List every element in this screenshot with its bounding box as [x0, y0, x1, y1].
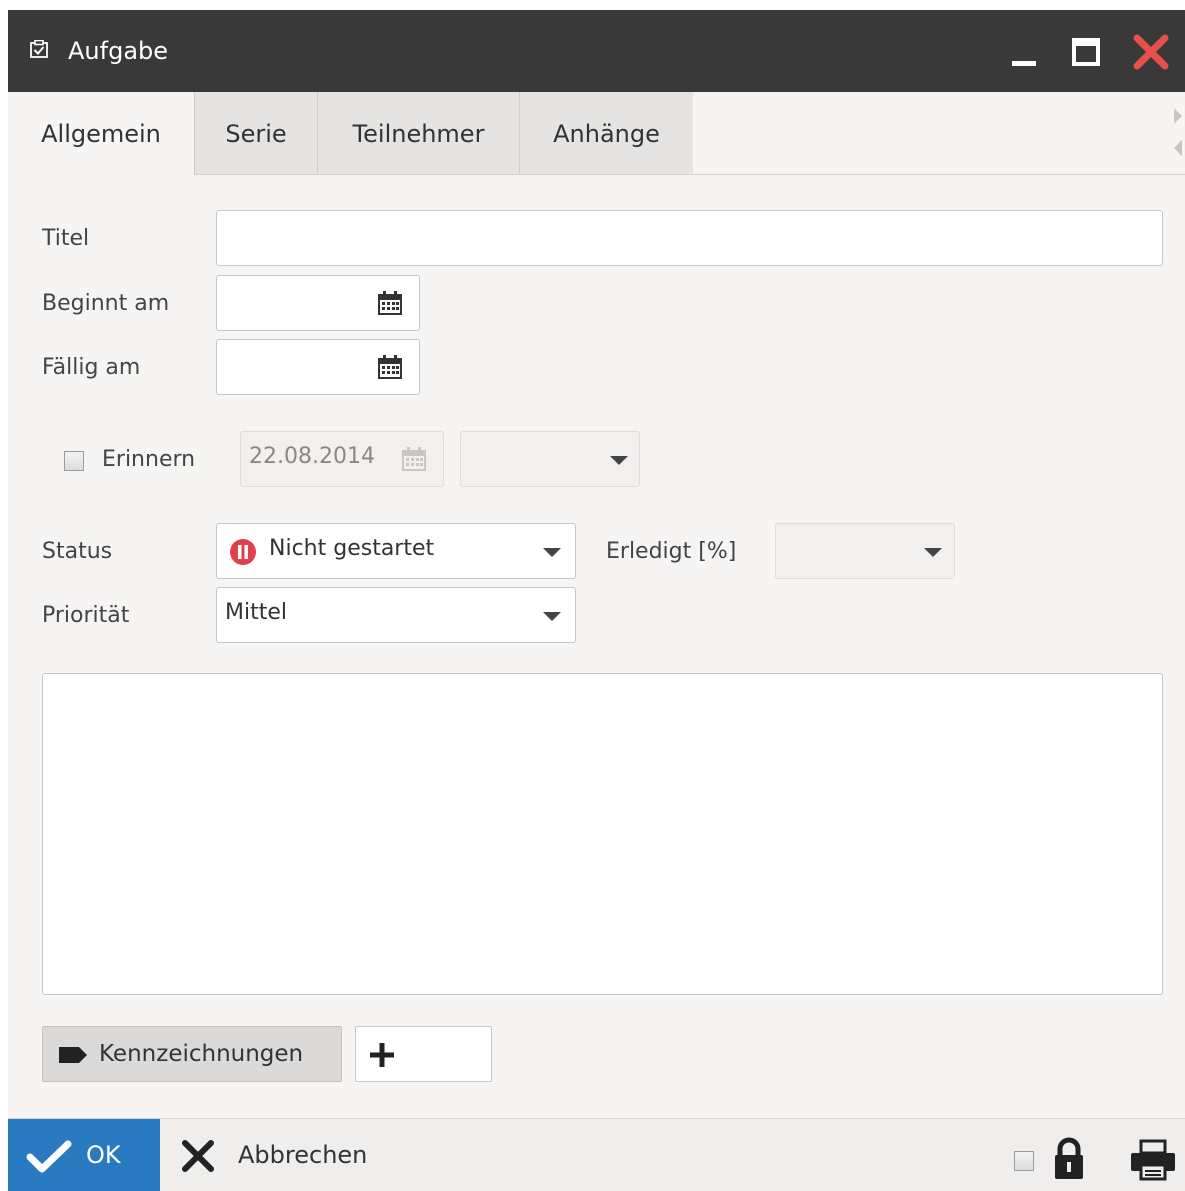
tags-button[interactable]: Kennzeichnungen [42, 1026, 342, 1082]
ok-button[interactable]: OK [8, 1119, 160, 1191]
tab-teilnehmer[interactable]: Teilnehmer [317, 92, 519, 174]
task-icon [30, 40, 48, 58]
remind-time-select[interactable] [460, 431, 640, 487]
tab-serie[interactable]: Serie [194, 92, 317, 174]
cancel-button[interactable]: Abbrechen [160, 1119, 390, 1191]
start-label: Beginnt am [42, 291, 170, 316]
cancel-button-label: Abbrechen [238, 1141, 368, 1169]
priority-select[interactable]: Mittel [216, 587, 576, 643]
done-percent-select[interactable] [775, 523, 955, 579]
due-date-field[interactable] [216, 339, 420, 395]
calendar-icon[interactable] [401, 446, 427, 472]
notes-textarea[interactable] [42, 673, 1163, 995]
remind-date-field[interactable]: 22.08.2014 [240, 431, 444, 487]
calendar-icon[interactable] [377, 290, 403, 316]
footer-bar: OK Abbrechen [8, 1118, 1185, 1191]
private-checkbox[interactable] [1014, 1151, 1034, 1171]
maximize-icon[interactable] [1068, 32, 1108, 72]
chevron-down-icon [543, 548, 561, 557]
calendar-icon[interactable] [377, 354, 403, 380]
title-label: Titel [42, 226, 90, 251]
tab-bar: Allgemein Serie Teilnehmer Anhänge [8, 92, 1185, 175]
priority-value: Mittel [225, 600, 287, 625]
tag-icon [59, 1047, 87, 1063]
done-label: Erledigt [%] [606, 539, 737, 564]
remind-date-value: 22.08.2014 [249, 444, 375, 469]
status-select[interactable]: Nicht gestartet [216, 523, 576, 579]
printer-icon[interactable] [1129, 1139, 1177, 1181]
add-tag-button[interactable] [355, 1026, 492, 1082]
status-label: Status [42, 539, 113, 564]
close-icon[interactable] [1131, 32, 1171, 72]
task-dialog: Aufgabe Allgemein Serie Teilnehmer Anhän… [8, 10, 1185, 1191]
tab-allgemein[interactable]: Allgemein [8, 92, 194, 175]
title-input[interactable] [216, 210, 1163, 266]
checkmark-icon [26, 1140, 72, 1173]
minimize-icon[interactable] [1006, 32, 1046, 72]
chevron-down-icon [924, 548, 942, 557]
window-title: Aufgabe [68, 37, 169, 65]
priority-label: Priorität [42, 603, 130, 628]
title-bar[interactable]: Aufgabe [8, 10, 1185, 92]
close-icon [182, 1140, 214, 1172]
chevron-down-icon [610, 456, 628, 465]
status-value: Nicht gestartet [269, 536, 435, 561]
remind-checkbox[interactable] [64, 451, 84, 471]
start-date-field[interactable] [216, 275, 420, 331]
remind-label: Erinnern [102, 447, 196, 472]
lock-icon [1055, 1137, 1083, 1179]
tab-scroll-arrows-icon[interactable] [1168, 106, 1185, 166]
pause-icon [230, 539, 256, 565]
tab-anhaenge[interactable]: Anhänge [519, 92, 693, 174]
plus-icon [370, 1043, 394, 1067]
due-label: Fällig am [42, 355, 141, 380]
ok-button-label: OK [86, 1141, 121, 1169]
tags-button-label: Kennzeichnungen [99, 1041, 304, 1067]
chevron-down-icon [543, 612, 561, 621]
